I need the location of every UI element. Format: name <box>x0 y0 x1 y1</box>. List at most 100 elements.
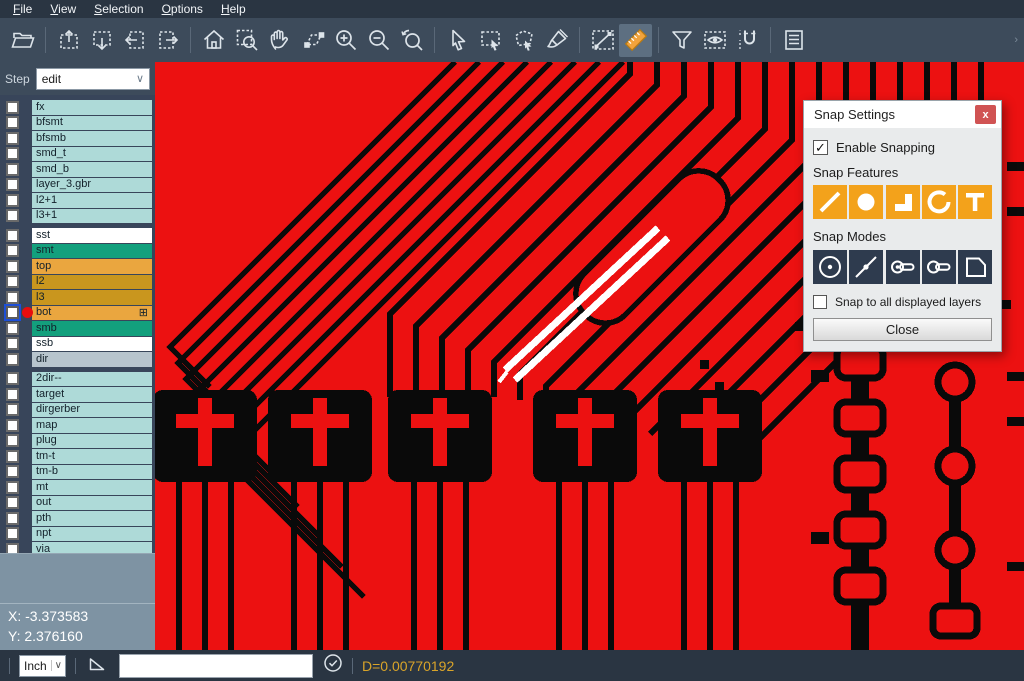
layer-color-bar[interactable]: plug <box>32 434 152 449</box>
zoom-previous-icon[interactable] <box>395 24 428 57</box>
layer-visibility-checkbox[interactable] <box>6 116 19 129</box>
layer-row[interactable]: map <box>0 418 155 433</box>
layer-color-bar[interactable]: smt <box>32 244 152 259</box>
apply-check-icon[interactable] <box>323 653 343 678</box>
layer-visibility-checkbox[interactable] <box>6 481 19 494</box>
layer-row[interactable]: target <box>0 387 155 402</box>
layer-visibility-checkbox[interactable] <box>6 209 19 222</box>
snap-all-layers-checkbox[interactable] <box>813 295 827 309</box>
close-icon[interactable]: x <box>975 105 996 124</box>
layer-color-bar[interactable]: fx <box>32 100 152 115</box>
layer-row[interactable]: ssb <box>0 337 155 352</box>
brush-select-icon[interactable] <box>540 24 573 57</box>
select-arrow-icon[interactable] <box>441 24 474 57</box>
menu-file[interactable]: File <box>4 0 41 18</box>
layer-color-bar[interactable]: smb <box>32 321 152 336</box>
menu-help[interactable]: Help <box>212 0 255 18</box>
home-view-icon[interactable] <box>197 24 230 57</box>
layer-visibility-checkbox[interactable] <box>6 322 19 335</box>
layer-row[interactable]: bfsmt <box>0 116 155 131</box>
layer-row[interactable]: fx <box>0 100 155 115</box>
open-folder-icon[interactable] <box>6 24 39 57</box>
layer-color-bar[interactable]: npt <box>32 527 152 542</box>
layer-visibility-checkbox[interactable] <box>6 353 19 366</box>
command-input[interactable] <box>119 654 313 678</box>
layer-visibility-checkbox[interactable] <box>6 434 19 447</box>
layer-row[interactable]: layer_3.gbr <box>0 178 155 193</box>
pan-view-up-icon[interactable] <box>52 24 85 57</box>
layer-color-bar[interactable]: bfsmb <box>32 131 152 146</box>
snap-slot-end-icon[interactable] <box>886 250 920 284</box>
layer-row[interactable]: bot ⊞ <box>0 306 155 321</box>
menu-selection[interactable]: Selection <box>85 0 152 18</box>
layer-row[interactable]: l2 <box>0 275 155 290</box>
snap-magnet-icon[interactable] <box>731 24 764 57</box>
snap-slot-icon[interactable] <box>922 250 956 284</box>
zoom-window-icon[interactable] <box>230 24 263 57</box>
layer-row[interactable]: smd_b <box>0 162 155 177</box>
layer-color-bar[interactable]: pth <box>32 511 152 526</box>
snap-arc-icon[interactable] <box>922 185 956 219</box>
snap-line-icon[interactable] <box>813 185 847 219</box>
layer-color-bar[interactable]: 2dir-- <box>32 372 152 387</box>
layer-row[interactable]: tm-t <box>0 449 155 464</box>
layer-color-bar[interactable]: tm-b <box>32 465 152 480</box>
layer-visibility-checkbox[interactable] <box>6 372 19 385</box>
layer-visibility-checkbox[interactable] <box>6 419 19 432</box>
select-rectangle-icon[interactable] <box>474 24 507 57</box>
layer-visibility-checkbox[interactable] <box>6 450 19 463</box>
layer-visibility-checkbox[interactable] <box>6 403 19 416</box>
view-options-eye-icon[interactable] <box>698 24 731 57</box>
layer-visibility-checkbox[interactable] <box>6 527 19 540</box>
layer-color-bar[interactable]: smd_t <box>32 147 152 162</box>
layer-visibility-checkbox[interactable] <box>6 147 19 160</box>
angle-mode-icon[interactable] <box>87 653 107 678</box>
snap-dialog-titlebar[interactable]: Snap Settings x <box>804 101 1001 128</box>
toolbar-overflow-chevron[interactable]: › <box>1014 34 1024 46</box>
layer-color-bar[interactable]: sst <box>32 228 152 243</box>
enable-snapping-checkbox[interactable]: ✓ <box>813 140 828 155</box>
zoom-out-icon[interactable] <box>362 24 395 57</box>
layer-color-bar[interactable]: via <box>32 542 152 553</box>
layer-row[interactable]: l3+1 <box>0 209 155 224</box>
snap-midpoint-icon[interactable] <box>849 250 883 284</box>
layer-row[interactable]: l3 <box>0 290 155 305</box>
layer-visibility-checkbox[interactable] <box>6 291 19 304</box>
snap-pad-circle-icon[interactable] <box>849 185 883 219</box>
layer-visibility-checkbox[interactable] <box>6 337 19 350</box>
snap-text-icon[interactable] <box>958 185 992 219</box>
layer-color-bar[interactable]: bot ⊞ <box>32 306 152 321</box>
zoom-in-icon[interactable] <box>329 24 362 57</box>
layer-visibility-checkbox[interactable] <box>6 244 19 257</box>
layer-visibility-checkbox[interactable] <box>6 194 19 207</box>
layer-visibility-checkbox[interactable] <box>6 178 19 191</box>
layer-row[interactable]: mt <box>0 480 155 495</box>
layer-row[interactable]: out <box>0 496 155 511</box>
menu-options[interactable]: Options <box>153 0 212 18</box>
layer-color-bar[interactable]: layer_3.gbr <box>32 178 152 193</box>
layer-row[interactable]: l2+1 <box>0 193 155 208</box>
layer-row[interactable]: bfsmb <box>0 131 155 146</box>
layer-color-bar[interactable]: l2 <box>32 275 152 290</box>
layer-color-bar[interactable]: smd_b <box>32 162 152 177</box>
layer-visibility-checkbox[interactable] <box>6 132 19 145</box>
layer-row[interactable]: smt <box>0 244 155 259</box>
step-select[interactable]: edit ∨ <box>36 68 150 90</box>
layer-row[interactable]: pth <box>0 511 155 526</box>
pan-hand-icon[interactable] <box>263 24 296 57</box>
layer-row[interactable]: 2dir-- <box>0 372 155 387</box>
snap-all-layers-row[interactable]: Snap to all displayed layers <box>813 295 992 309</box>
pan-view-left-icon[interactable] <box>118 24 151 57</box>
layer-color-bar[interactable]: top <box>32 259 152 274</box>
layer-row[interactable]: smb <box>0 321 155 336</box>
layer-color-bar[interactable]: target <box>32 387 152 402</box>
layer-visibility-checkbox[interactable] <box>6 163 19 176</box>
layer-row[interactable]: via <box>0 542 155 553</box>
layer-visibility-checkbox[interactable] <box>6 543 19 553</box>
layer-visibility-checkbox[interactable] <box>6 275 19 288</box>
pan-view-down-icon[interactable] <box>85 24 118 57</box>
close-button[interactable]: Close <box>813 318 992 341</box>
ruler-active-icon[interactable] <box>619 24 652 57</box>
snap-center-icon[interactable] <box>813 250 847 284</box>
layer-color-bar[interactable]: mt <box>32 480 152 495</box>
